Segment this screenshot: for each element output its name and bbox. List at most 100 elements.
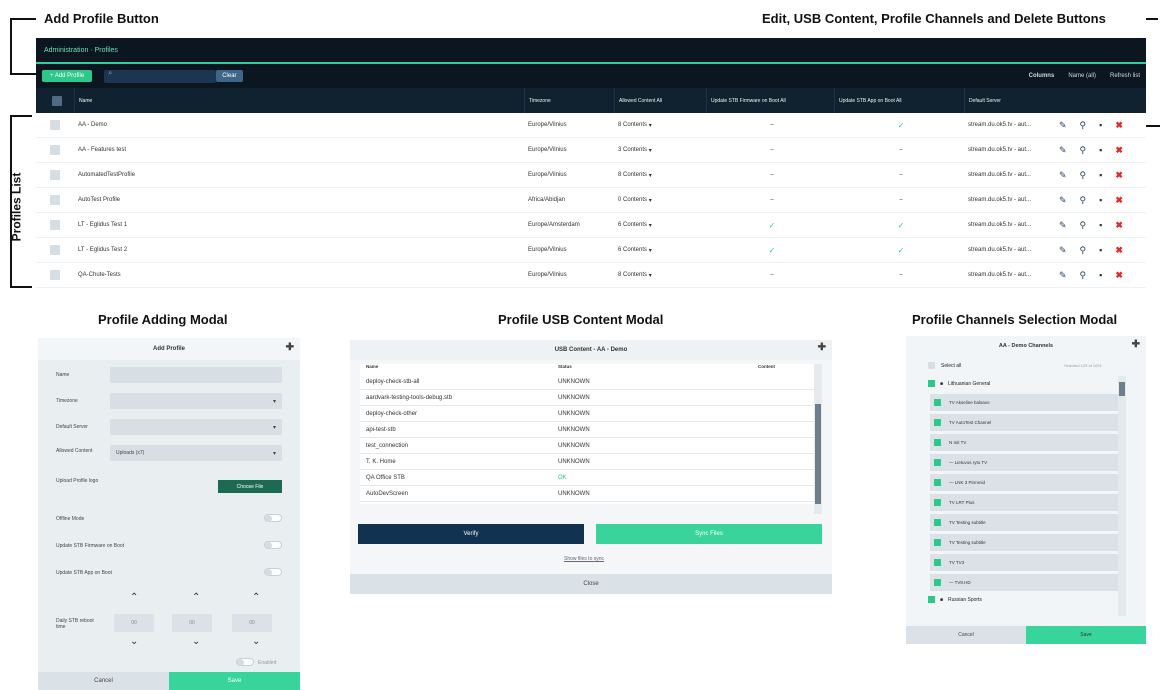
channels-icon[interactable]: ▪	[1099, 270, 1102, 280]
minute-input[interactable]: 00	[172, 614, 212, 632]
channel-checkbox[interactable]	[934, 559, 941, 566]
scrollbar[interactable]	[1118, 376, 1126, 616]
usb-icon[interactable]: ⚲	[1080, 270, 1087, 281]
minute-up-icon[interactable]: ⌃	[192, 592, 200, 603]
channel-checkbox[interactable]	[934, 579, 941, 586]
channel-checkbox[interactable]	[934, 459, 941, 466]
usb-row[interactable]: api-test-stb UNKNOWN	[360, 422, 814, 438]
hour-input[interactable]: 00	[114, 614, 154, 632]
table-row[interactable]: QA-Chute-Tests Europe/Vilnius 8 Contents ▾…	[36, 263, 1146, 288]
timezone-select[interactable]: ▾	[110, 393, 282, 409]
channel-item[interactable]: TV AutoTest Channel	[930, 414, 1118, 431]
table-row[interactable]: LT - Eglidus Test 1 Europe/Amsterdam 6 Con…	[36, 213, 1146, 238]
channel-checkbox[interactable]	[934, 499, 941, 506]
search-input[interactable]: ⌕	[104, 69, 217, 83]
offline-toggle[interactable]	[264, 514, 282, 522]
row-checkbox[interactable]	[36, 270, 74, 280]
channel-item[interactable]: TV LRT Plus	[930, 494, 1118, 511]
usb-icon[interactable]: ⚲	[1080, 145, 1087, 156]
usb-icon[interactable]: ⚲	[1080, 120, 1087, 131]
delete-icon[interactable]: ✖	[1115, 145, 1123, 156]
second-input[interactable]: 00	[232, 614, 272, 632]
usb-icon[interactable]: ⚲	[1080, 245, 1087, 256]
channel-checkbox[interactable]	[934, 399, 941, 406]
cancel-button[interactable]: Cancel	[906, 626, 1026, 644]
group-lithuanian[interactable]: ■ Lithuanian General	[928, 380, 990, 387]
clear-button[interactable]: Clear	[216, 70, 243, 82]
delete-icon[interactable]: ✖	[1115, 195, 1123, 206]
cancel-button[interactable]: Cancel	[38, 672, 169, 690]
group-russian-sports[interactable]: ■ Russian Sports	[928, 596, 982, 603]
table-row[interactable]: AA - Demo Europe/Vilnius 8 Contents ▾ – ✓ str…	[36, 113, 1146, 138]
usb-row[interactable]: aardvark-testing-tools-debug.stb UNKNOWN	[360, 390, 814, 406]
content-dropdown[interactable]: 8 Contents ▾	[614, 172, 706, 179]
channel-checkbox[interactable]	[934, 479, 941, 486]
app-boot-toggle[interactable]	[264, 568, 282, 576]
close-button[interactable]: Close	[350, 574, 832, 594]
col-app-boot[interactable]: Update STB App on Boot All	[834, 88, 964, 113]
content-dropdown[interactable]: 8 Contents ▾	[614, 272, 706, 279]
hour-down-icon[interactable]: ⌄	[130, 636, 138, 647]
delete-icon[interactable]: ✖	[1115, 170, 1123, 181]
sync-files-button[interactable]: Sync Files	[596, 524, 822, 544]
usb-row[interactable]: deploy-check-stb-all UNKNOWN	[360, 374, 814, 390]
table-row[interactable]: AutomatedTestProfile Europe/Vilnius 8 Cont…	[36, 163, 1146, 188]
channels-icon[interactable]: ▪	[1099, 120, 1102, 130]
row-checkbox[interactable]	[36, 245, 74, 255]
verify-button[interactable]: Verify	[358, 524, 584, 544]
col-name[interactable]: Name	[74, 88, 524, 113]
channel-item[interactable]: — Lietuvos ryto TV	[930, 454, 1118, 471]
allowed-content-select[interactable]: Uploads (x7) ▾	[110, 445, 282, 461]
table-row[interactable]: AutoTest Profile Africa/Abidjan 0 Contents…	[36, 188, 1146, 213]
close-icon[interactable]: ✚	[1132, 339, 1140, 350]
delete-icon[interactable]: ✖	[1115, 245, 1123, 256]
channel-item[interactable]: TV Testing subtitle	[930, 514, 1118, 531]
channel-checkbox[interactable]	[934, 419, 941, 426]
usb-row[interactable]: deploy-check-other UNKNOWN	[360, 406, 814, 422]
channel-checkbox[interactable]	[934, 539, 941, 546]
channels-icon[interactable]: ▪	[1099, 145, 1102, 155]
content-dropdown[interactable]: 3 Contents ▾	[614, 147, 706, 154]
edit-icon[interactable]: ✎	[1059, 120, 1067, 131]
col-server[interactable]: Default Server	[964, 88, 1049, 113]
channel-item[interactable]: TV Testing subtitle	[930, 534, 1118, 551]
enabled-toggle[interactable]	[236, 658, 254, 666]
usb-row[interactable]: QA Office STB OK	[360, 470, 814, 486]
usb-row[interactable]: AutoDevScreen UNKNOWN	[360, 486, 814, 502]
name-field[interactable]	[110, 367, 282, 383]
content-dropdown[interactable]: 6 Contents ▾	[614, 222, 706, 229]
save-button[interactable]: Save	[169, 672, 300, 690]
row-checkbox[interactable]	[36, 170, 74, 180]
row-checkbox[interactable]	[36, 220, 74, 230]
row-checkbox[interactable]	[36, 145, 74, 155]
fw-boot-toggle[interactable]	[264, 541, 282, 549]
channel-item[interactable]: N Init TV	[930, 434, 1118, 451]
col-fw-boot[interactable]: Update STB Firmware on Boot All	[706, 88, 834, 113]
channel-item[interactable]: — LNK 3 Pirmmid	[930, 474, 1118, 491]
edit-icon[interactable]: ✎	[1059, 220, 1067, 231]
col-timezone[interactable]: Timezone	[524, 88, 614, 113]
close-icon[interactable]: ✚	[286, 342, 294, 353]
channel-checkbox[interactable]	[934, 439, 941, 446]
delete-icon[interactable]: ✖	[1115, 270, 1123, 281]
edit-icon[interactable]: ✎	[1059, 270, 1067, 281]
channels-icon[interactable]: ▪	[1099, 170, 1102, 180]
table-row[interactable]: LT - Eglidus Test 2 Europe/Vilnius 6 Conte…	[36, 238, 1146, 263]
channel-item[interactable]: TV TV3	[930, 554, 1118, 571]
table-row[interactable]: AA - Features test Europe/Vilnius 3 Conten…	[36, 138, 1146, 163]
delete-icon[interactable]: ✖	[1115, 120, 1123, 131]
refresh-button[interactable]: Refresh list	[1110, 73, 1140, 79]
columns-select[interactable]: Name (all)	[1068, 73, 1096, 79]
edit-icon[interactable]: ✎	[1059, 145, 1067, 156]
edit-icon[interactable]: ✎	[1059, 245, 1067, 256]
second-down-icon[interactable]: ⌄	[252, 636, 260, 647]
scrollbar[interactable]	[814, 364, 822, 514]
usb-icon[interactable]: ⚲	[1080, 220, 1087, 231]
usb-icon[interactable]: ⚲	[1080, 170, 1087, 181]
add-profile-button[interactable]: + Add Profile	[42, 70, 93, 82]
content-dropdown[interactable]: 8 Contents ▾	[614, 122, 706, 129]
show-files-link[interactable]: Show files to sync	[564, 556, 604, 562]
choose-file-button[interactable]: Choose File	[218, 480, 282, 493]
usb-row[interactable]: T. K. Home UNKNOWN	[360, 454, 814, 470]
content-dropdown[interactable]: 6 Contents ▾	[614, 247, 706, 254]
